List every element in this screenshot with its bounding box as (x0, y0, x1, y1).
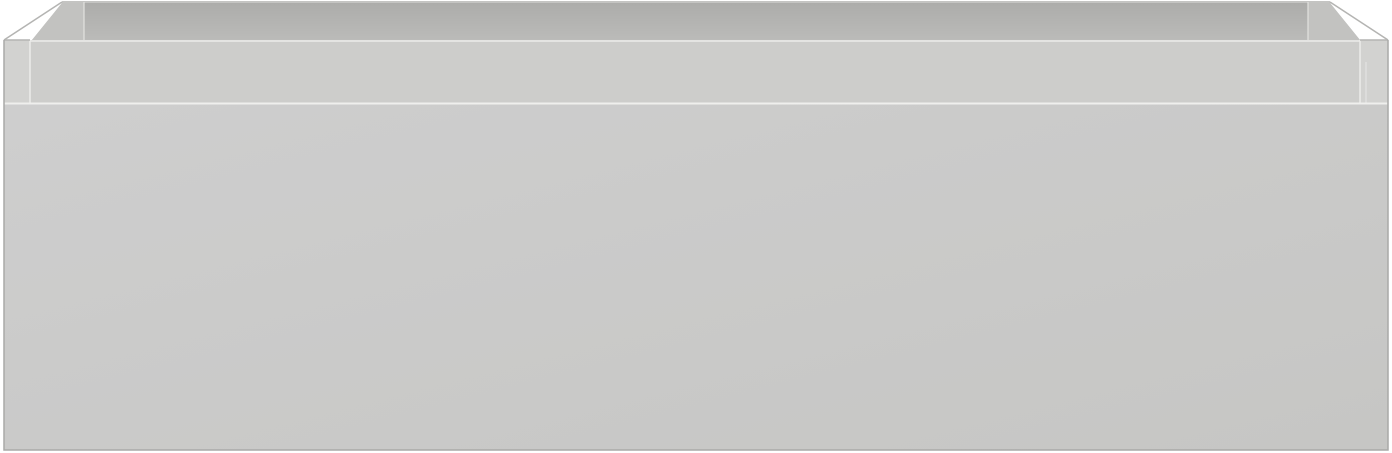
drawer-box-icon (3, 1, 1389, 451)
right-rim-cap (1360, 40, 1388, 103)
inner-left-wall (32, 3, 84, 40)
left-rim-cap (4, 40, 30, 103)
front-panel (4, 103, 1388, 450)
inner-front-band (30, 40, 1360, 103)
drawer-scene (0, 0, 1392, 453)
inner-back-wall (32, 3, 1360, 40)
inner-right-wall (1308, 3, 1360, 40)
